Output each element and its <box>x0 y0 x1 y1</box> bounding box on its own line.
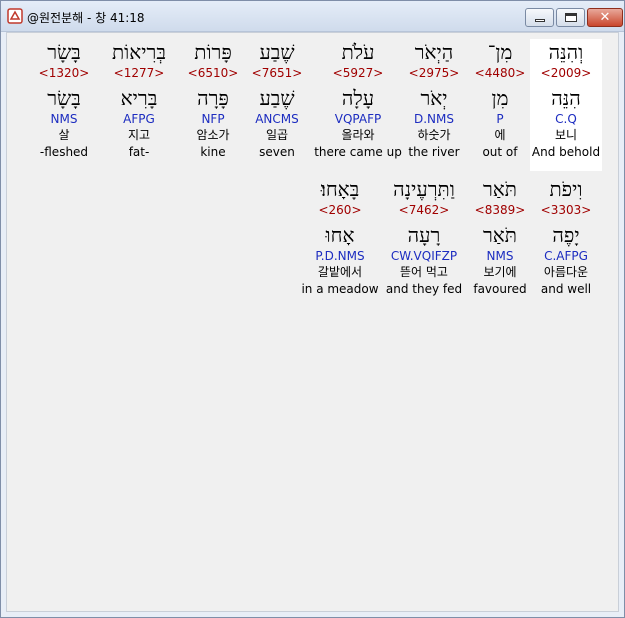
english-gloss: there came up <box>314 145 402 159</box>
lemma-word: רָעָה <box>407 223 441 247</box>
english-gloss: And behold <box>531 145 601 159</box>
korean-gloss: 올라와 <box>341 128 375 142</box>
maximize-icon <box>565 13 577 22</box>
hebrew-word: מִן־ <box>487 40 513 64</box>
parsing-code: ANCMS <box>255 112 299 126</box>
strong-number[interactable]: <5927> <box>312 65 404 81</box>
hebrew-word: תֹּאַר <box>482 177 518 201</box>
word-block[interactable]: בָּאָחוּ׃ <260> אָחוּ P.D.NMS 갈밭에서 in a meado… <box>298 176 382 308</box>
korean-gloss: 암소가 <box>196 128 230 142</box>
strong-number[interactable]: <2009> <box>530 65 602 81</box>
word-block[interactable]: שֶׁבַע <7651> שֶׁבַע ANCMS 일곱 seven <box>247 39 307 171</box>
hebrew-word: בָּאָחוּ׃ <box>320 177 360 201</box>
korean-gloss: 살 <box>58 128 70 142</box>
english-gloss: and they fed <box>385 282 463 296</box>
lemma-word: יְאֹר <box>420 86 448 110</box>
lemma-word: הִנֵּה <box>551 86 581 110</box>
korean-gloss: 뜯어 먹고 <box>400 265 448 279</box>
close-button[interactable]: ✕ <box>587 8 623 27</box>
strong-number[interactable]: <3303> <box>533 202 599 218</box>
korean-gloss: 일곱 <box>265 128 289 142</box>
strong-number[interactable]: <1320> <box>32 65 96 81</box>
parsing-code: VQPAFP <box>334 112 382 126</box>
korean-gloss: 하숫가 <box>417 128 451 142</box>
strong-number[interactable]: <1277> <box>107 65 171 81</box>
word-block[interactable]: מִן־ <4480> מִן P 에 out of <box>470 39 530 171</box>
strong-number[interactable]: <6510> <box>183 65 243 81</box>
app-icon <box>7 8 23 24</box>
parsing-code: D.NMS <box>413 112 454 126</box>
english-gloss: out of <box>482 145 518 159</box>
english-gloss: kine <box>200 145 226 159</box>
korean-gloss: 보기에 <box>483 265 517 279</box>
hebrew-word: עֹלֹת <box>341 40 375 64</box>
window-title: @원전분해 - 창 41:18 <box>27 11 145 25</box>
parsing-code: NFP <box>201 112 225 126</box>
english-gloss: and well <box>540 282 592 296</box>
lemma-word: אָחוּ <box>325 223 355 247</box>
lemma-word: יָפֶה <box>552 223 580 247</box>
word-block[interactable]: בָּשָׂר <1320> בָּשָׂר NMS 살 -fleshed <box>32 39 96 171</box>
word-block[interactable]: וַתִּרְעֶינָה <7462> רָעָה CW.VQIFZP 뜯어 먹고 an… <box>384 176 464 308</box>
hebrew-word: הַיְאֹר <box>414 40 454 64</box>
hebrew-word: וְהִנֵּה <box>548 40 584 64</box>
strong-number[interactable]: <7462> <box>384 202 464 218</box>
korean-gloss: 갈밭에서 <box>317 265 363 279</box>
lemma-word: פָּרָה <box>197 86 229 110</box>
title-bar[interactable]: @원전분해 - 창 41:18 ✕ <box>1 1 624 32</box>
lemma-word: בָּשָׂר <box>47 86 81 110</box>
english-gloss: the river <box>408 145 460 159</box>
word-block[interactable]: בְּרִיאוֹת <1277> בָּרִיא AFPG 지고 fat- <box>107 39 171 171</box>
korean-gloss: 에 <box>494 128 506 142</box>
close-icon: ✕ <box>599 10 611 25</box>
parsing-code: C.AFPG <box>544 249 588 263</box>
hebrew-word: בְּרִיאוֹת <box>111 40 167 64</box>
parsing-code: NMS <box>50 112 78 126</box>
parsing-code: P.D.NMS <box>315 249 365 263</box>
maximize-button[interactable] <box>556 8 585 27</box>
english-gloss: seven <box>259 145 295 159</box>
lemma-word: מִן <box>491 86 509 110</box>
english-gloss: in a meadow <box>301 282 379 296</box>
english-gloss: favoured <box>473 282 527 296</box>
strong-number[interactable]: <7651> <box>247 65 307 81</box>
verse-analysis-pane[interactable]: וְהִנֵּה <2009> הִנֵּה C.Q 보니 And behold מִן־ <… <box>6 32 619 612</box>
word-block[interactable]: וִיפֹת <3303> יָפֶה C.AFPG 아름다운 and well <box>533 176 599 308</box>
strong-number[interactable]: <260> <box>298 202 382 218</box>
minimize-icon <box>535 19 545 22</box>
strong-number[interactable]: <8389> <box>470 202 530 218</box>
word-block[interactable]: הַיְאֹר <2975> יְאֹר D.NMS 하숫가 the river <box>398 39 470 171</box>
lemma-word: בָּרִיא <box>120 86 158 110</box>
hebrew-word: וִיפֹת <box>549 177 583 201</box>
lemma-word: תֹּאַר <box>482 223 518 247</box>
parsing-code: C.Q <box>555 112 577 126</box>
word-block[interactable]: וְהִנֵּה <2009> הִנֵּה C.Q 보니 And behold <box>530 39 602 171</box>
word-block[interactable]: פָּרוֹת <6510> פָּרָה NFP 암소가 kine <box>183 39 243 171</box>
strong-number[interactable]: <4480> <box>470 65 530 81</box>
hebrew-word: וַתִּרְעֶינָה <box>393 177 455 201</box>
minimize-button[interactable] <box>525 8 554 27</box>
korean-gloss: 아름다운 <box>543 265 589 279</box>
parsing-code: NMS <box>486 249 514 263</box>
english-gloss: fat- <box>128 145 150 159</box>
word-block[interactable]: עֹלֹת <5927> עָלָה VQPAFP 올라와 there came up <box>312 39 404 171</box>
parsing-code: AFPG <box>123 112 155 126</box>
hebrew-word: בָּשָׂר <box>47 40 81 64</box>
word-block[interactable]: תֹּאַר <8389> תֹּאַר NMS 보기에 favoured <box>470 176 530 308</box>
english-gloss: -fleshed <box>39 145 89 159</box>
korean-gloss: 지고 <box>127 128 151 142</box>
app-window: @원전분해 - 창 41:18 ✕ וְהִנֵּה <2009> הִנֵּה C.… <box>0 0 625 618</box>
lemma-word: שֶׁבַע <box>259 86 295 110</box>
parsing-code: P <box>496 112 504 126</box>
lemma-word: עָלָה <box>341 86 375 110</box>
strong-number[interactable]: <2975> <box>398 65 470 81</box>
korean-gloss: 보니 <box>554 128 578 142</box>
hebrew-word: שֶׁבַע <box>259 40 295 64</box>
parsing-code: CW.VQIFZP <box>390 249 458 263</box>
hebrew-word: פָּרוֹת <box>194 40 232 64</box>
